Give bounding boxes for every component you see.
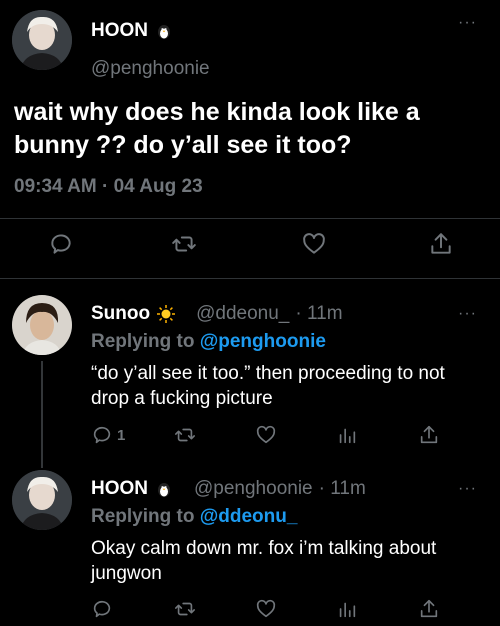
reply-author-name[interactable]: HOON	[91, 478, 148, 500]
like-button[interactable]	[255, 424, 277, 446]
reply-button[interactable]: 1	[91, 424, 125, 446]
sun-emoji-icon	[157, 305, 176, 323]
like-button[interactable]	[255, 598, 277, 620]
thread-line	[41, 361, 43, 468]
share-icon	[420, 425, 438, 444]
share-icon	[420, 599, 438, 618]
analytics-icon	[339, 602, 356, 618]
reply-author-handle[interactable]: @penghoonie	[194, 478, 313, 500]
retweet-icon	[175, 602, 195, 616]
reply-text: “do y’all see it too.” then proceeding t…	[91, 363, 445, 409]
replying-to-line: Replying to @ddeonu_	[91, 506, 297, 528]
reply-button[interactable]	[91, 598, 113, 620]
reply-header: HOON @penghoonie · 11m	[91, 478, 366, 500]
replying-to-link[interactable]: @ddeonu_	[200, 506, 298, 527]
replying-to-line: Replying to @penghoonie	[91, 331, 326, 353]
reply-icon	[93, 600, 111, 618]
reply-text: Okay calm down mr. fox i’m talking about…	[91, 538, 437, 584]
reply-count: 1	[117, 426, 126, 444]
share-button[interactable]	[418, 598, 440, 620]
main-tweet-timestamp[interactable]: 09:34 AM · 04 Aug 23	[14, 176, 203, 198]
replying-to-label: Replying to	[91, 506, 195, 527]
divider	[0, 218, 500, 219]
share-button[interactable]	[418, 424, 440, 446]
penguin-emoji-icon	[158, 483, 170, 497]
more-options-icon[interactable]: ···	[458, 305, 477, 323]
share-button[interactable]	[428, 231, 454, 257]
analytics-button[interactable]	[336, 598, 358, 620]
retweet-icon	[175, 428, 195, 442]
penguin-emoji-icon	[158, 25, 170, 39]
more-options-icon[interactable]: ···	[458, 14, 477, 32]
reply-button[interactable]	[48, 231, 74, 257]
reply-author-handle[interactable]: @ddeonu_	[196, 303, 289, 325]
share-icon	[431, 233, 451, 254]
reply-author-name[interactable]: Sunoo	[91, 303, 150, 325]
heart-icon	[303, 233, 325, 254]
reply-icon	[51, 234, 71, 254]
reply-time[interactable]: · 11m	[295, 303, 342, 325]
author-name-text: HOON	[91, 20, 148, 41]
analytics-button[interactable]	[336, 424, 358, 446]
main-tweet-handle[interactable]: @penghoonie	[91, 58, 210, 80]
like-button[interactable]	[301, 231, 327, 257]
analytics-icon	[339, 428, 356, 444]
replying-to-link[interactable]: @penghoonie	[200, 331, 326, 352]
reply-header: Sunoo @ddeonu_ · 11m	[91, 303, 343, 325]
retweet-button[interactable]	[174, 424, 196, 446]
retweet-button[interactable]	[171, 231, 197, 257]
reply-avatar[interactable]	[12, 295, 72, 355]
reply-icon	[93, 426, 111, 444]
retweet-button[interactable]	[174, 598, 196, 620]
main-tweet-avatar[interactable]	[12, 10, 72, 70]
reply-avatar[interactable]	[12, 470, 72, 530]
more-options-icon[interactable]: ···	[458, 480, 477, 498]
reply-time[interactable]: · 11m	[319, 478, 366, 500]
replying-to-label: Replying to	[91, 331, 195, 352]
heart-icon	[256, 599, 276, 618]
main-tweet-author-name[interactable]: HOON	[91, 20, 174, 42]
main-tweet-text: wait why does he kinda look like a bunny…	[14, 98, 420, 159]
divider	[0, 278, 500, 279]
heart-icon	[256, 425, 276, 444]
retweet-icon	[172, 236, 196, 252]
